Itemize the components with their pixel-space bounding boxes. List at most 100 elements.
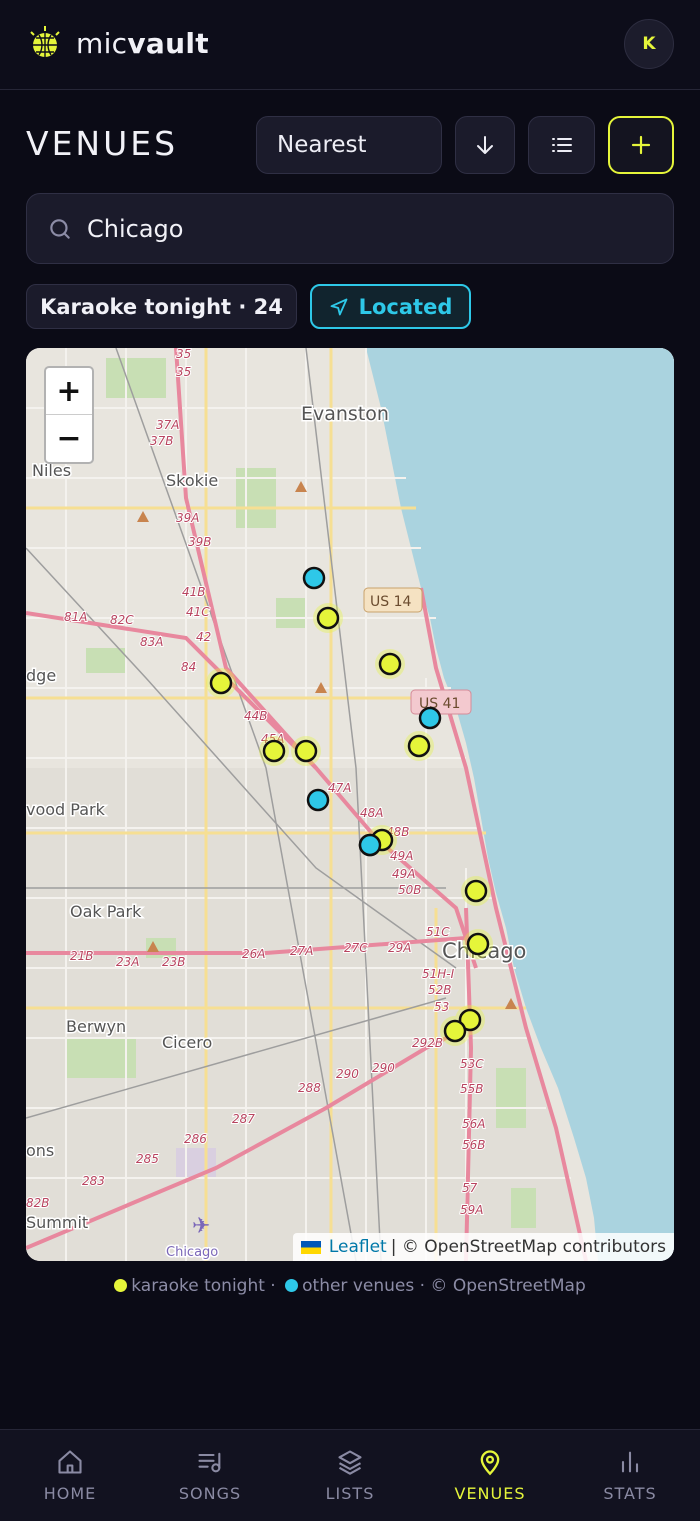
shield-us14: US 14 [370, 594, 411, 610]
tab-home-label: HOME [43, 1484, 97, 1503]
venue-marker-other[interactable] [302, 566, 326, 590]
venue-marker-tonight[interactable] [209, 671, 233, 695]
tab-venues-label: VENUES [454, 1484, 526, 1503]
map-label-edge: dge [26, 666, 56, 685]
map-tiles[interactable]: ✈ US 14 US 41 Evanston Skokie Niles Oak … [26, 348, 674, 1261]
search-bar[interactable] [26, 193, 674, 264]
exit-label: 47A [328, 781, 351, 795]
svg-text:✈: ✈ [192, 1214, 210, 1239]
avatar[interactable]: K [624, 19, 674, 69]
bar-chart-icon [621, 1451, 639, 1473]
exit-label: 42 [196, 630, 211, 644]
tonight-dot-icon [114, 1279, 128, 1292]
exit-label: 49A [392, 867, 415, 881]
navigation-arrow-icon [330, 298, 348, 315]
karaoke-tonight-chip[interactable]: Karaoke tonight · 24 [26, 284, 297, 329]
exit-label: 55B [460, 1082, 484, 1096]
brand-logo[interactable]: micvault [26, 24, 209, 62]
venue-marker-tonight[interactable] [464, 879, 488, 903]
exit-label: 41B [182, 585, 206, 599]
venue-marker-tonight[interactable] [378, 652, 402, 676]
venue-marker-other[interactable] [358, 833, 382, 857]
layers-icon [338, 1450, 362, 1475]
map-attribution: Leaflet | © OpenStreetMap contributors [292, 1233, 674, 1261]
venue-marker-tonight[interactable] [443, 1019, 467, 1043]
sort-direction-button[interactable] [455, 116, 515, 174]
venue-marker-tonight[interactable] [316, 606, 340, 630]
exit-label: 41C [186, 605, 210, 619]
exit-label: 50B [398, 883, 422, 897]
located-label: Located [358, 294, 453, 319]
exit-label: 57 [462, 1181, 478, 1195]
map-label-summit: Summit [26, 1213, 88, 1232]
tab-songs-label: SONGS [178, 1484, 242, 1503]
exit-label: 27A [290, 944, 313, 958]
search-icon [50, 218, 70, 239]
tab-venues[interactable]: VENUES [420, 1430, 560, 1521]
tab-stats-label: STATS [603, 1484, 657, 1503]
exit-label: 23A [116, 955, 139, 969]
map-zoom-control: + − [44, 366, 94, 464]
venue-marker-other[interactable] [306, 788, 330, 812]
map-label-ons: ons [26, 1141, 54, 1160]
list-view-button[interactable] [528, 116, 595, 174]
exit-label: 39B [188, 535, 212, 549]
exit-label: 82B [26, 1196, 50, 1210]
exit-label: 81A [64, 610, 87, 624]
brand-name: micvault [76, 26, 209, 60]
sort-select[interactable]: Nearest [256, 116, 442, 174]
legend-other: other venues · © OpenStreetMap [302, 1276, 586, 1296]
venue-marker-other[interactable] [418, 706, 442, 730]
exit-label: 23B [162, 955, 186, 969]
map-label-oak-park: Oak Park [70, 902, 142, 921]
exit-label: 21B [70, 949, 94, 963]
exit-label: 292B [412, 1036, 443, 1050]
exit-label: 52B [428, 983, 452, 997]
tab-lists-label: LISTS [325, 1484, 375, 1503]
exit-label: 287 [232, 1112, 255, 1126]
exit-label: 285 [136, 1152, 159, 1166]
add-venue-button[interactable] [608, 116, 674, 174]
zoom-in-button[interactable]: + [46, 368, 92, 415]
arrow-down-icon [477, 136, 493, 154]
map-label-skokie: Skokie [166, 471, 218, 490]
map-legend: karaoke tonight · other venues · © OpenS… [0, 1276, 700, 1296]
home-icon [58, 1450, 82, 1474]
ukraine-flag-icon [300, 1240, 321, 1254]
legend-tonight: karaoke tonight · [131, 1276, 276, 1296]
exit-label: 49A [390, 849, 413, 863]
exit-label: 37B [150, 434, 174, 448]
leaflet-link[interactable]: Leaflet [329, 1237, 387, 1257]
exit-label: 27C [344, 941, 368, 955]
venue-marker-tonight[interactable] [262, 739, 286, 763]
exit-label: 283 [82, 1174, 105, 1188]
venue-marker-tonight[interactable] [294, 739, 318, 763]
sort-select-value: Nearest [277, 132, 367, 158]
list-icon [551, 138, 572, 152]
exit-label: 288 [298, 1081, 321, 1095]
venue-map[interactable]: ✈ US 14 US 41 Evanston Skokie Niles Oak … [26, 348, 674, 1261]
exit-label: 29A [388, 941, 411, 955]
venue-marker-tonight[interactable] [466, 932, 490, 956]
exit-label: 286 [184, 1132, 207, 1146]
exit-label: 53 [434, 1000, 449, 1014]
exit-label: 56A [462, 1117, 485, 1131]
exit-label: 51H-I [422, 967, 455, 981]
exit-label: 290 [336, 1067, 359, 1081]
tab-songs[interactable]: SONGS [140, 1430, 280, 1521]
map-label-airport: Chicago [166, 1245, 218, 1260]
exit-label: 83A [140, 635, 163, 649]
located-chip[interactable]: Located [310, 284, 471, 329]
plus-icon [631, 135, 651, 155]
tab-lists[interactable]: LISTS [280, 1430, 420, 1521]
exit-label: 290 [372, 1061, 395, 1075]
exit-label: 48A [360, 806, 383, 820]
zoom-out-button[interactable]: − [46, 415, 92, 462]
search-input[interactable] [87, 214, 647, 243]
map-label-cicero: Cicero [162, 1033, 212, 1052]
venue-marker-tonight[interactable] [407, 734, 431, 758]
tab-stats[interactable]: STATS [560, 1430, 700, 1521]
tab-home[interactable]: HOME [0, 1430, 140, 1521]
exit-label: 35 [176, 348, 191, 361]
other-dot-icon [285, 1279, 299, 1292]
